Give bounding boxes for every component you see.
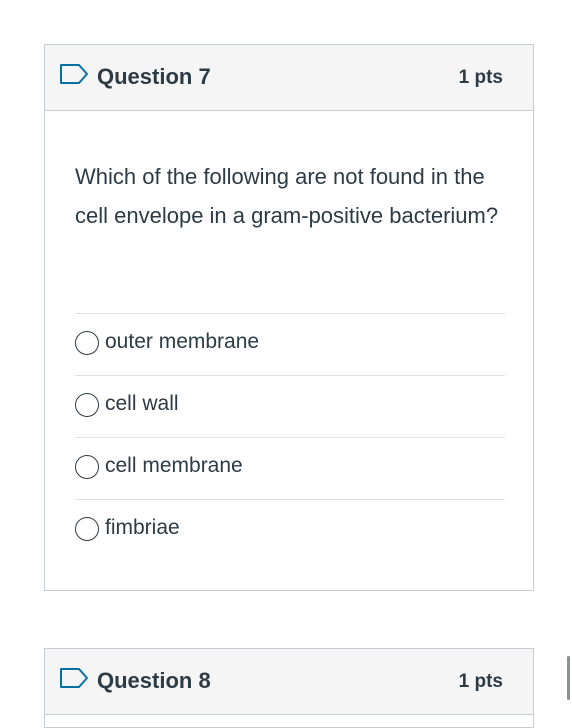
answer-label[interactable]: fimbriae: [105, 514, 180, 542]
answer-option-cell-membrane[interactable]: cell membrane: [75, 437, 505, 499]
answer-list: outer membrane cell wall cell membrane f…: [75, 313, 505, 561]
flag-question-icon[interactable]: [59, 63, 89, 85]
question-8-header: Question 8 1 pts: [45, 649, 533, 715]
question-7-card: Question 7 1 pts Which of the following …: [44, 44, 534, 591]
answer-option-fimbriae[interactable]: fimbriae: [75, 499, 505, 561]
radio-unchecked-icon[interactable]: [75, 331, 99, 355]
question-title: Question 7: [97, 64, 211, 89]
radio-unchecked-icon[interactable]: [75, 393, 99, 417]
radio-unchecked-icon[interactable]: [75, 455, 99, 479]
answer-option-outer-membrane[interactable]: outer membrane: [75, 313, 505, 375]
answer-label[interactable]: cell wall: [105, 390, 179, 418]
question-title: Question 8: [97, 668, 211, 693]
radio-unchecked-icon[interactable]: [75, 517, 99, 541]
flag-question-icon[interactable]: [59, 667, 89, 689]
answer-option-cell-wall[interactable]: cell wall: [75, 375, 505, 437]
question-points: 1 pts: [458, 67, 503, 88]
answer-label[interactable]: cell membrane: [105, 452, 243, 480]
scrollbar[interactable]: [567, 656, 570, 700]
answer-label[interactable]: outer membrane: [105, 328, 259, 356]
question-text: Which of the following are not found in …: [75, 164, 499, 228]
question-points: 1 pts: [458, 671, 503, 692]
question-7-header: Question 7 1 pts: [45, 45, 533, 111]
question-8-card: Question 8 1 pts: [44, 648, 534, 728]
